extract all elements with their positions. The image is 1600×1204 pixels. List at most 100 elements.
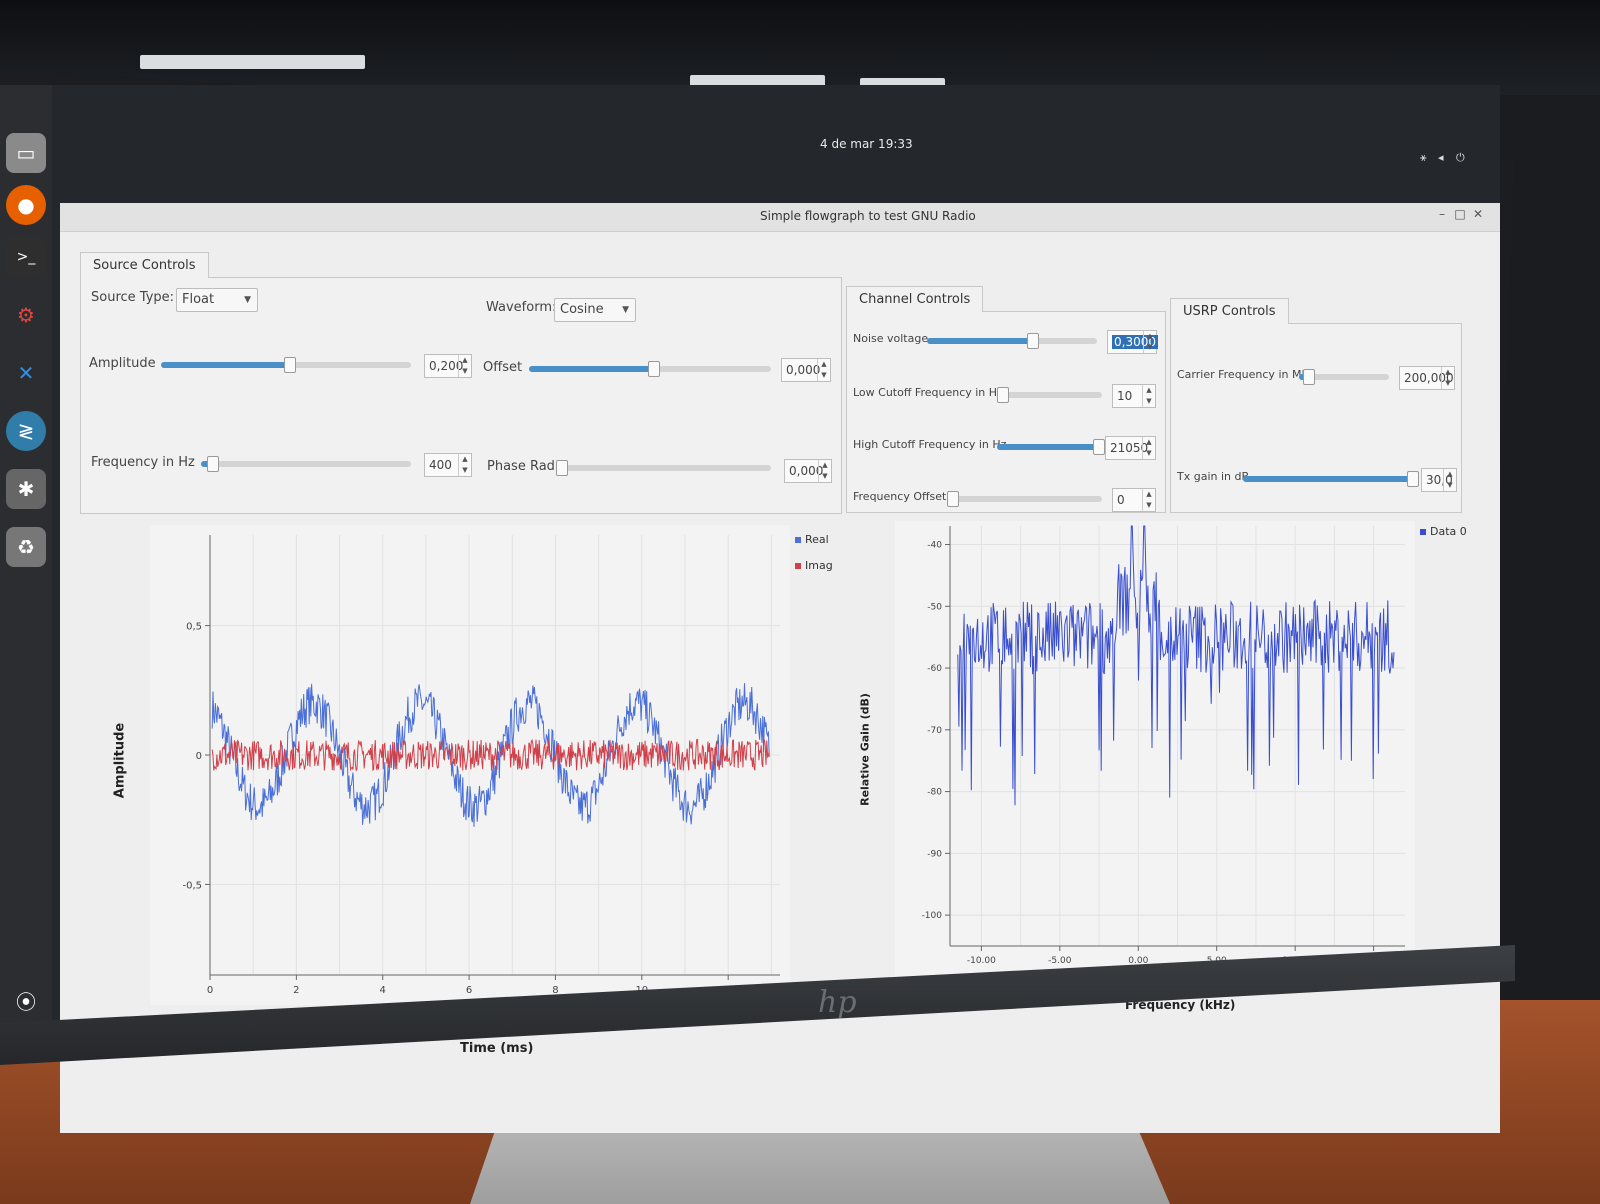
legend-real[interactable]: Real [795, 533, 829, 546]
power-icon[interactable]: ⏻ [1456, 151, 1465, 165]
slider-handle[interactable] [556, 460, 568, 476]
time-plot-ylabel: Amplitude [112, 722, 128, 799]
hp-logo: hp [818, 985, 857, 1020]
amplitude-spinbox[interactable]: 0,200 ▲ ▼ [424, 354, 472, 378]
spin-arrows-icon[interactable]: ▲ ▼ [1143, 331, 1156, 353]
firefox-icon[interactable]: ● [6, 185, 46, 225]
titlebar[interactable]: ⚹ ◂ ⏻ Simple flowgraph to test GNU Radio… [60, 151, 1500, 232]
spin-arrows-icon[interactable]: ▲ ▼ [1142, 385, 1155, 407]
dock: ▭ ● >_ ⚙ ✕ ≷ ✱ ♻ ⦿ [0, 85, 52, 1050]
tab-source-controls[interactable]: Source Controls [80, 252, 209, 278]
spin-arrows-icon[interactable]: ▲ ▼ [1443, 469, 1456, 491]
phase-slider[interactable] [556, 460, 771, 476]
waveform-value: Cosine [560, 302, 604, 317]
y-tick-label: 0,5 [186, 622, 202, 633]
carrier-frequency-spinbox[interactable]: 200,000 ▲ ▼ [1399, 366, 1455, 390]
files-icon[interactable]: ▭ [6, 133, 46, 173]
carrier-frequency-label: Carrier Frequency in MHz [1177, 368, 1316, 381]
spin-arrows-icon[interactable]: ▲ ▼ [458, 355, 471, 377]
terminal-icon[interactable]: >_ [6, 237, 46, 277]
remmina-icon[interactable]: ≷ [6, 411, 46, 451]
frequency-offset-slider[interactable] [947, 491, 1102, 507]
room-background [0, 0, 1600, 95]
spin-arrows-icon[interactable]: ▲ ▼ [818, 460, 831, 482]
x-tick-label: -10.00 [967, 956, 996, 966]
y-tick-label: -70 [927, 726, 942, 736]
source-controls-panel: Source Controls Source Type: Float ▼ Wav… [80, 252, 842, 514]
x-tick-label: 4 [380, 985, 386, 996]
phase-label: Phase Rad [487, 459, 555, 474]
topbar-clock[interactable]: 4 de mar 19:33 [820, 137, 913, 151]
source-type-combo[interactable]: Float ▼ [176, 288, 258, 312]
slider-handle[interactable] [284, 357, 296, 373]
frequency-spinbox[interactable]: 400 ▲ ▼ [424, 453, 472, 477]
frequency-offset-spinbox[interactable]: 0 ▲ ▼ [1112, 488, 1156, 512]
noise-voltage-spinbox[interactable]: 0,3000 ▲ ▼ [1107, 330, 1158, 354]
frequency-slider[interactable] [201, 456, 411, 472]
y-tick-label: -90 [927, 849, 942, 859]
tx-gain-label: Tx gain in dB [1177, 470, 1250, 483]
legend-swatch [1420, 529, 1426, 535]
close-button[interactable]: ✕ [1471, 207, 1485, 221]
spin-arrows-icon[interactable]: ▲ ▼ [1142, 489, 1155, 511]
low-cutoff-spinbox[interactable]: 10 ▲ ▼ [1112, 384, 1156, 408]
minimize-button[interactable]: – [1435, 207, 1449, 221]
source-type-label: Source Type: [91, 290, 175, 305]
slider-handle[interactable] [1093, 439, 1105, 455]
source-type-value: Float [182, 292, 215, 307]
low-cutoff-label: Low Cutoff Frequency in Hz [853, 386, 1003, 399]
settings-icon[interactable]: ✱ [6, 469, 46, 509]
offset-label: Offset [483, 360, 523, 375]
legend-data0[interactable]: Data 0 [1420, 525, 1467, 538]
low-cutoff-slider[interactable] [997, 387, 1102, 403]
slider-handle[interactable] [947, 491, 959, 507]
network-icon[interactable]: ⚹ [1420, 151, 1427, 165]
spin-arrows-icon[interactable]: ▲ ▼ [817, 359, 830, 381]
slider-handle[interactable] [1303, 369, 1315, 385]
series-data0-line [957, 525, 1395, 806]
offset-spinbox[interactable]: 0,000 ▲ ▼ [781, 358, 831, 382]
waveform-combo[interactable]: Cosine ▼ [554, 298, 636, 322]
y-tick-label: 0 [196, 751, 202, 762]
offset-slider[interactable] [529, 361, 771, 377]
screen: 4 de mar 19:33 ▭ ● >_ ⚙ ✕ ≷ ✱ ♻ ⦿ ⚹ ◂ ⏻ … [0, 85, 1500, 1133]
high-cutoff-spinbox[interactable]: 21050 ▲ ▼ [1105, 436, 1156, 460]
legend-data0-label: Data 0 [1430, 525, 1467, 538]
gnuradio-icon[interactable]: ⚙ [6, 295, 46, 335]
amplitude-slider[interactable] [161, 357, 411, 373]
offset-value: 0,000 [786, 363, 821, 377]
frequency-offset-label: Frequency Offset [853, 490, 947, 503]
x-tick-label: 2 [293, 985, 299, 996]
high-cutoff-slider[interactable] [997, 439, 1105, 455]
volume-icon[interactable]: ◂ [1438, 151, 1444, 164]
apps-grid-icon[interactable]: ⦿ [6, 980, 46, 1020]
freq-plot-area[interactable]: -10.00-5.000.005.0010.0015.00-40-50-60-7… [895, 521, 1415, 981]
time-plot-xlabel: Time (ms) [460, 1041, 534, 1056]
x-tick-label: 0 [207, 985, 213, 996]
vscode-icon[interactable]: ✕ [6, 353, 46, 393]
spin-arrows-icon[interactable]: ▲ ▼ [1142, 437, 1155, 459]
slider-handle[interactable] [997, 387, 1009, 403]
frequency-label: Frequency in Hz [91, 455, 195, 470]
chevron-down-icon: ▼ [622, 305, 629, 315]
tab-channel-controls[interactable]: Channel Controls [846, 286, 984, 312]
tab-usrp-controls[interactable]: USRP Controls [1170, 298, 1289, 324]
noise-voltage-slider[interactable] [927, 333, 1097, 349]
time-plot-area[interactable]: 024681012-0,500,5 [150, 525, 790, 1005]
maximize-button[interactable]: □ [1453, 207, 1467, 221]
tx-gain-spinbox[interactable]: 30,0 ▲ ▼ [1421, 468, 1457, 492]
spin-arrows-icon[interactable]: ▲ ▼ [1441, 367, 1454, 389]
trash-icon[interactable]: ♻ [6, 527, 46, 567]
slider-handle[interactable] [1407, 471, 1419, 487]
slider-handle[interactable] [207, 456, 219, 472]
freq-plot-ylabel: Relative Gain (dB) [858, 693, 872, 806]
frequency-offset-value: 0 [1117, 493, 1125, 507]
phase-spinbox[interactable]: 0,000 ▲ ▼ [784, 459, 832, 483]
tx-gain-slider[interactable] [1243, 471, 1419, 487]
spin-arrows-icon[interactable]: ▲ ▼ [458, 454, 471, 476]
legend-imag[interactable]: Imag [795, 559, 833, 572]
carrier-frequency-slider[interactable] [1299, 369, 1389, 385]
slider-handle[interactable] [1027, 333, 1039, 349]
slider-handle[interactable] [648, 361, 660, 377]
time-plot-svg: 024681012-0,500,5 [182, 535, 780, 996]
